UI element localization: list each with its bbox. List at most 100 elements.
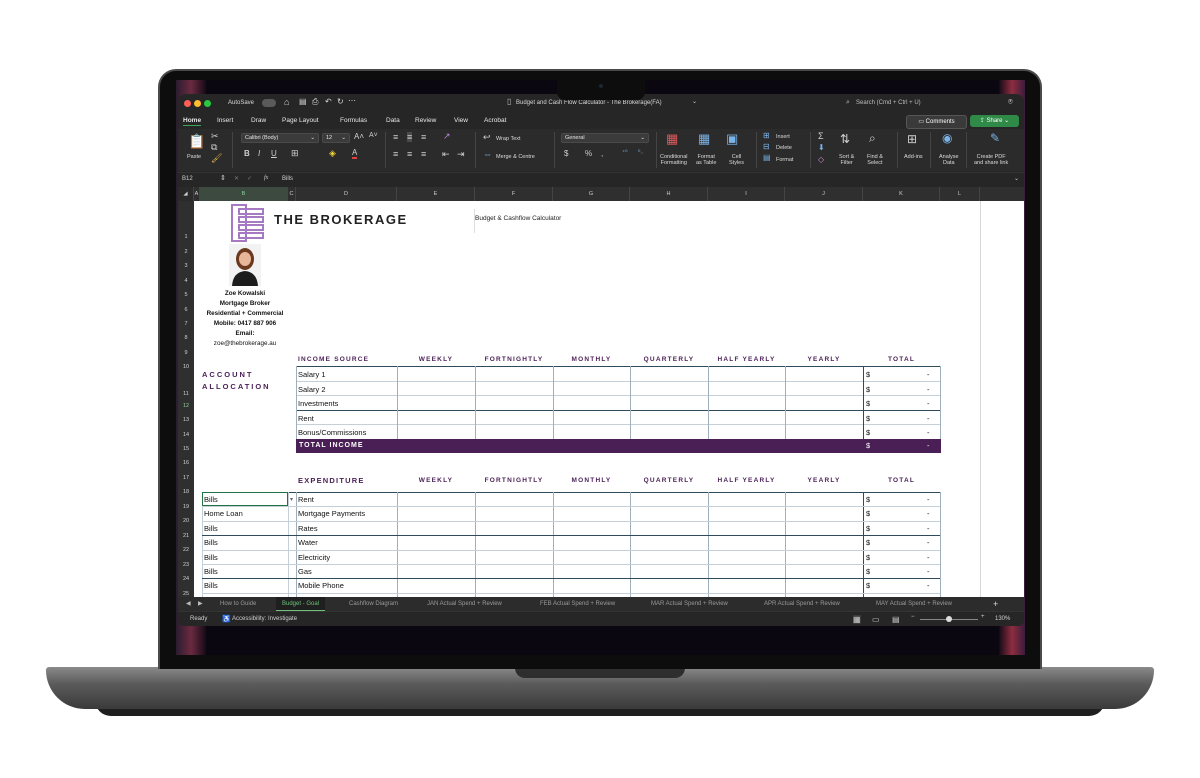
column-header[interactable]: L bbox=[940, 187, 980, 201]
sheet-tab[interactable]: How to Guide bbox=[220, 597, 256, 611]
row-header[interactable]: 6 bbox=[178, 307, 194, 313]
tab-draw[interactable]: Draw bbox=[251, 117, 266, 124]
decrease-font-icon[interactable]: A˅ bbox=[369, 132, 378, 139]
expense-item[interactable]: Electricity bbox=[298, 553, 330, 562]
sheet-tab[interactable]: Cashflow Diagram bbox=[349, 597, 398, 611]
redo-icon[interactable]: ↻ bbox=[337, 97, 344, 106]
row-header[interactable]: 24 bbox=[178, 576, 194, 582]
autosave-toggle[interactable] bbox=[262, 99, 276, 107]
conditional-formatting-button[interactable]: Conditional Formatting bbox=[660, 154, 688, 166]
format-table-button[interactable]: Format as Table bbox=[696, 154, 716, 166]
underline-icon[interactable]: U bbox=[271, 149, 277, 158]
row-header[interactable]: 13 bbox=[178, 417, 194, 423]
tab-home[interactable]: Home bbox=[183, 117, 202, 126]
income-item[interactable]: Investments bbox=[298, 399, 338, 408]
delete-button[interactable]: Delete bbox=[776, 145, 792, 151]
income-item[interactable]: Salary 2 bbox=[298, 385, 326, 394]
next-sheet-icon[interactable]: ▶ bbox=[198, 597, 203, 611]
total-value[interactable]: - bbox=[927, 553, 930, 562]
expense-item[interactable]: Mobile Phone bbox=[298, 581, 344, 590]
print-icon[interactable]: ⎙ bbox=[312, 97, 318, 107]
font-name-select[interactable]: Calibri (Body) ⌄ bbox=[241, 133, 319, 143]
enter-icon[interactable]: ✓ bbox=[247, 175, 252, 182]
column-header[interactable]: G bbox=[553, 187, 630, 201]
account-allocation-cell[interactable]: Home Loan bbox=[204, 509, 243, 518]
total-value[interactable]: - bbox=[927, 538, 930, 547]
account-allocation-cell[interactable]: Bills bbox=[204, 538, 218, 547]
column-header[interactable]: H bbox=[630, 187, 708, 201]
more-icon[interactable]: ⋯ bbox=[348, 96, 356, 105]
increase-decimal-icon[interactable]: ⁺⁰ bbox=[622, 149, 628, 156]
align-left-icon[interactable]: ≡ bbox=[393, 149, 398, 159]
column-header[interactable]: E bbox=[397, 187, 475, 201]
income-item[interactable]: Bonus/Commissions bbox=[298, 428, 366, 437]
sheet-tab[interactable]: MAR Actual Spend + Review bbox=[651, 597, 728, 611]
row-header[interactable]: 14 bbox=[178, 432, 194, 438]
align-top-icon[interactable]: ≡ bbox=[393, 132, 398, 142]
number-format-select[interactable]: General ⌄ bbox=[561, 133, 649, 143]
copy-icon[interactable]: ⧉ bbox=[211, 142, 217, 153]
total-income-value[interactable]: - bbox=[927, 441, 930, 450]
name-box-stepper-icon[interactable]: ⇕ bbox=[220, 174, 226, 182]
total-value[interactable]: - bbox=[927, 567, 930, 576]
delete-cells-icon[interactable]: ⊟ bbox=[763, 142, 770, 151]
paste-icon[interactable]: 📋 bbox=[188, 133, 205, 150]
row-header[interactable]: 1 bbox=[178, 234, 194, 240]
conditional-formatting-icon[interactable]: ▦ bbox=[666, 131, 678, 147]
decrease-indent-icon[interactable]: ⇤ bbox=[442, 149, 450, 160]
currency-icon[interactable]: $ bbox=[564, 149, 568, 158]
home-icon[interactable]: ⌂ bbox=[284, 97, 289, 107]
row-header[interactable]: 3 bbox=[178, 263, 194, 269]
comma-icon[interactable]: , bbox=[601, 149, 603, 158]
total-value[interactable]: - bbox=[927, 524, 930, 533]
tab-insert[interactable]: Insert bbox=[217, 117, 233, 124]
row-header[interactable]: 19 bbox=[178, 504, 194, 510]
sheet-tab[interactable]: JAN Actual Spend + Review bbox=[427, 597, 502, 611]
prev-sheet-icon[interactable]: ◀ bbox=[186, 597, 191, 611]
column-header[interactable]: C bbox=[288, 187, 296, 201]
sort-filter-button[interactable]: Sort & Filter bbox=[839, 154, 854, 166]
add-sheet-icon[interactable]: + bbox=[993, 597, 998, 611]
fill-icon[interactable]: ⬇ bbox=[818, 143, 825, 152]
row-header[interactable]: 9 bbox=[178, 350, 194, 356]
cell-styles-icon[interactable]: ▣ bbox=[726, 131, 738, 147]
expense-item[interactable]: Mortgage Payments bbox=[298, 509, 365, 518]
total-value[interactable]: - bbox=[927, 495, 930, 504]
find-select-button[interactable]: Find & Select bbox=[867, 154, 883, 166]
clear-icon[interactable]: ◇ bbox=[818, 155, 824, 164]
expense-item[interactable]: Gas bbox=[298, 567, 312, 576]
column-header[interactable]: B bbox=[200, 187, 288, 201]
row-header[interactable]: 15 bbox=[178, 446, 194, 452]
create-pdf-icon[interactable]: ✎ bbox=[990, 131, 1000, 145]
total-value[interactable]: - bbox=[927, 428, 930, 437]
total-value[interactable]: - bbox=[927, 509, 930, 518]
wrap-text-button[interactable]: Wrap Text bbox=[496, 136, 521, 142]
cell-styles-button[interactable]: Cell Styles bbox=[729, 154, 744, 166]
worksheet-grid[interactable]: THE BROKERAGE Budget & Cashflow Calculat… bbox=[194, 201, 980, 597]
total-value[interactable]: - bbox=[927, 399, 930, 408]
column-header[interactable]: K bbox=[863, 187, 940, 201]
orientation-icon[interactable]: ↗ bbox=[443, 131, 451, 142]
analyse-data-icon[interactable]: ◉ bbox=[942, 131, 952, 145]
row-header[interactable]: 23 bbox=[178, 562, 194, 568]
borders-icon[interactable]: ⊞ bbox=[291, 148, 299, 159]
format-button[interactable]: Format bbox=[776, 157, 793, 163]
row-header[interactable]: 20 bbox=[178, 518, 194, 524]
dropdown-arrow-icon[interactable]: ▾ bbox=[290, 496, 293, 503]
merge-icon[interactable]: ⇔ bbox=[483, 149, 492, 159]
row-header[interactable]: 17 bbox=[178, 475, 194, 481]
insert-cells-icon[interactable]: ⊞ bbox=[763, 131, 770, 140]
accessibility-status[interactable]: Accessibility: Investigate bbox=[232, 616, 297, 622]
account-allocation-cell[interactable]: Bills bbox=[204, 524, 218, 533]
account-allocation-cell[interactable]: Bills bbox=[204, 581, 218, 590]
row-header[interactable]: 10 bbox=[178, 364, 194, 370]
increase-indent-icon[interactable]: ⇥ bbox=[457, 149, 465, 160]
format-table-icon[interactable]: ▦ bbox=[698, 131, 710, 147]
total-value[interactable]: - bbox=[927, 385, 930, 394]
decrease-decimal-icon[interactable]: ⁰₋ bbox=[638, 149, 644, 156]
column-header[interactable]: F bbox=[475, 187, 553, 201]
row-header[interactable]: 5 bbox=[178, 292, 194, 298]
row-header[interactable]: 2 bbox=[178, 249, 194, 255]
cancel-icon[interactable]: ✕ bbox=[234, 175, 239, 182]
share-account-icon[interactable]: ⍟ bbox=[1008, 97, 1013, 107]
